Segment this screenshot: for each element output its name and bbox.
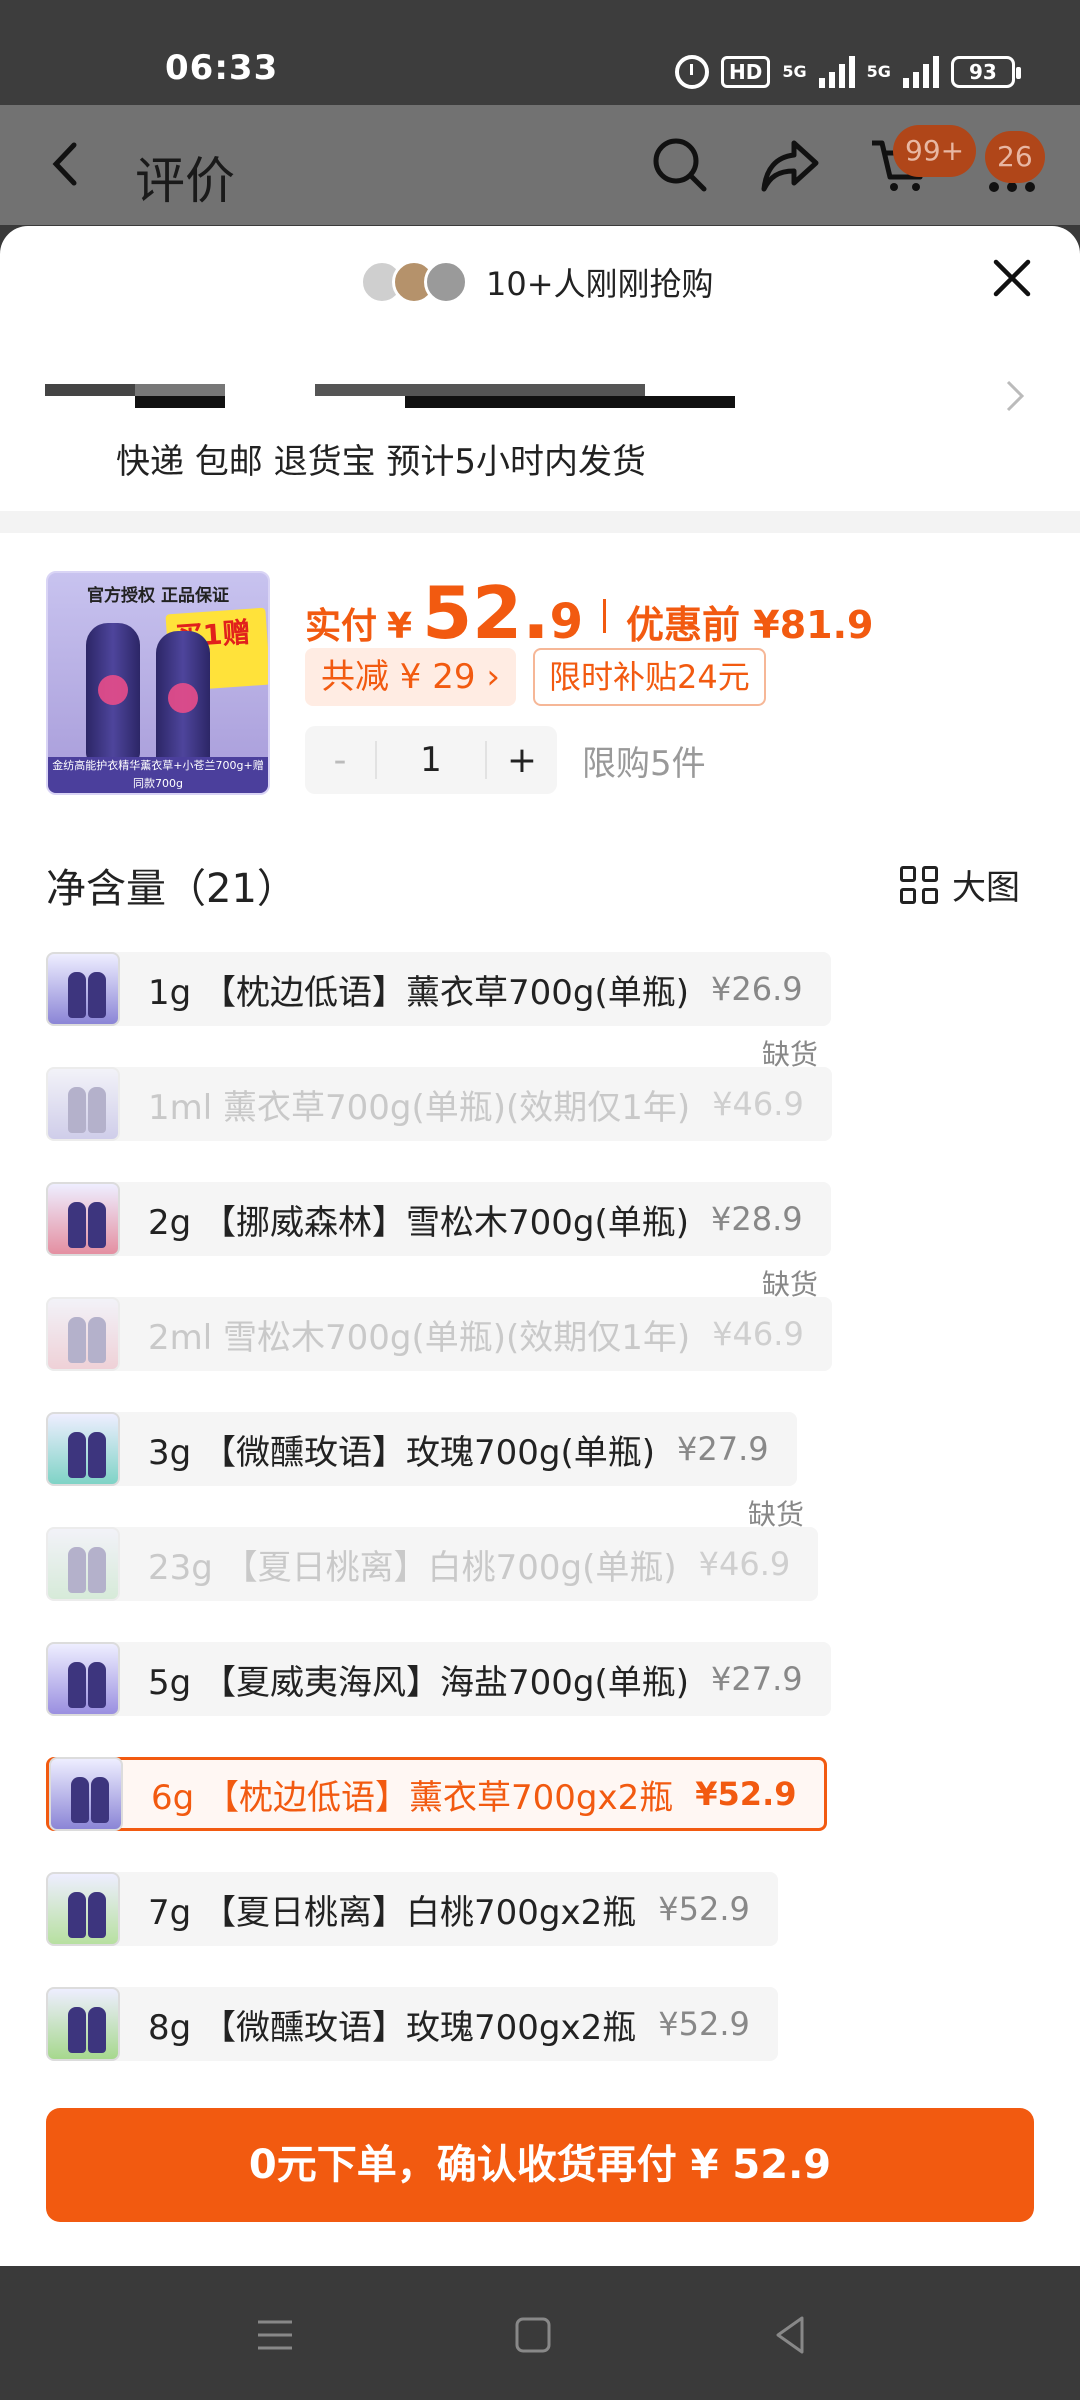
message-badge: 26 bbox=[985, 131, 1045, 183]
option-name: 6g 【枕边低语】薰衣草700gx2瓶 bbox=[151, 1777, 674, 1818]
price-integer: 52. bbox=[422, 571, 550, 655]
status-icons: HD 5G 5G 93 bbox=[675, 52, 1021, 92]
option-thumbnail bbox=[46, 1642, 120, 1716]
divider bbox=[0, 511, 1080, 533]
home-icon[interactable] bbox=[510, 2312, 556, 2358]
hd-voice-icon: HD bbox=[721, 56, 771, 88]
grid-icon bbox=[900, 865, 938, 904]
signal-bars-1-icon bbox=[818, 56, 855, 88]
option-price: ¥52.9 bbox=[658, 1890, 750, 1928]
subsidy-chip: 限时补贴24元 bbox=[533, 648, 766, 706]
option-name: 2ml 雪松木700g(单瓶)(效期仅1年) bbox=[148, 1317, 691, 1358]
option-thumbnail bbox=[46, 1872, 120, 1946]
battery-icon: 93 bbox=[950, 56, 1021, 88]
option-thumbnail bbox=[46, 1412, 120, 1486]
price-divider bbox=[603, 599, 607, 633]
option-price: ¥46.9 bbox=[712, 1085, 804, 1123]
avatar bbox=[424, 260, 468, 304]
product-image-tag: 官方授权 正品保证 bbox=[87, 586, 229, 606]
increase-button[interactable]: + bbox=[487, 740, 557, 781]
quantity-value[interactable]: 1 bbox=[375, 741, 487, 779]
purchase-limit: 限购5件 bbox=[582, 744, 706, 784]
option-name: 3g 【微醺玫语】玫瑰700g(单瓶) bbox=[148, 1432, 656, 1473]
bottle-graphic bbox=[156, 631, 210, 771]
back-icon[interactable] bbox=[42, 139, 92, 189]
chevron-right-icon[interactable] bbox=[1000, 376, 1030, 416]
recent-buyers: 10+人刚刚抢购 bbox=[360, 256, 714, 308]
option-price: ¥26.9 bbox=[711, 970, 803, 1008]
option-name: 1ml 薰衣草700g(单瓶)(效期仅1年) bbox=[148, 1087, 691, 1128]
options-header: 净含量（21） bbox=[46, 866, 297, 912]
address-redacted[interactable] bbox=[45, 376, 775, 416]
option-name: 8g 【微醺玫语】玫瑰700gx2瓶 bbox=[148, 2007, 637, 2048]
option-item[interactable]: 2ml 雪松木700g(单瓶)(效期仅1年) ¥46.9 bbox=[46, 1297, 832, 1371]
product-image-footer: 金纺高能护衣精华薰衣草+小苍兰700g+赠同款700g bbox=[48, 757, 268, 793]
option-item[interactable]: 3g 【微醺玫语】玫瑰700g(单瓶) ¥27.9 bbox=[46, 1412, 797, 1486]
pay-label: 实付 bbox=[305, 606, 378, 647]
discount-chip[interactable]: 共减 ¥ 29 › bbox=[305, 648, 516, 706]
status-time: 06:33 bbox=[165, 48, 279, 88]
recent-buyers-text: 10+人刚刚抢购 bbox=[486, 265, 714, 303]
signal-2-icon: 5G bbox=[867, 64, 891, 80]
out-of-stock-tag: 缺货 bbox=[748, 1498, 805, 1531]
option-item[interactable]: 1g 【枕边低语】薰衣草700g(单瓶) ¥26.9 bbox=[46, 952, 831, 1026]
network-type-1: 5G bbox=[782, 62, 807, 81]
option-name: 2g 【挪威森林】雪松木700g(单瓶) bbox=[148, 1202, 690, 1243]
option-thumbnail bbox=[46, 1182, 120, 1256]
option-price: ¥28.9 bbox=[711, 1200, 803, 1238]
option-price: ¥52.9 bbox=[658, 2005, 750, 2043]
option-price: ¥46.9 bbox=[698, 1545, 791, 1583]
option-thumbnail bbox=[49, 1757, 123, 1831]
option-item[interactable]: 8g 【微醺玫语】玫瑰700gx2瓶 ¥52.9 bbox=[46, 1987, 778, 2061]
price-decimal: 9 bbox=[549, 594, 584, 650]
signal-bars-2-icon bbox=[902, 56, 939, 88]
search-icon[interactable] bbox=[648, 133, 712, 197]
close-icon[interactable] bbox=[990, 256, 1034, 300]
out-of-stock-tag: 缺货 bbox=[762, 1268, 819, 1301]
bottle-graphic bbox=[86, 623, 140, 763]
big-picture-toggle[interactable]: 大图 bbox=[900, 860, 1020, 909]
option-item[interactable]: 1ml 薰衣草700g(单瓶)(效期仅1年) ¥46.9 bbox=[46, 1067, 832, 1141]
battery-level: 93 bbox=[968, 60, 997, 84]
quantity-stepper: - 1 + bbox=[305, 726, 557, 794]
option-price: ¥46.9 bbox=[712, 1315, 804, 1353]
option-price: ¥27.9 bbox=[711, 1660, 803, 1698]
currency-symbol: ¥ bbox=[387, 606, 413, 647]
option-name: 5g 【夏威夷海风】海盐700g(单瓶) bbox=[148, 1662, 690, 1703]
cart-badge: 99+ bbox=[893, 125, 977, 177]
top-nav-bar: 评价 99+ 26 bbox=[0, 105, 1080, 225]
out-of-stock-tag: 缺货 bbox=[762, 1038, 819, 1071]
share-icon[interactable] bbox=[758, 133, 822, 197]
signal-1-icon: 5G bbox=[782, 64, 806, 80]
page-title: 评价 bbox=[135, 152, 235, 210]
product-image[interactable]: 官方授权 正品保证 买1赠1 金纺高能护衣精华薰衣草+小苍兰700g+赠同款70… bbox=[46, 571, 270, 795]
decrease-button[interactable]: - bbox=[305, 740, 375, 781]
sku-selector-sheet: 10+人刚刚抢购 快递 包邮 退货宝 预计5小时内发货 官方授权 正品保证 买1… bbox=[0, 226, 1080, 2266]
alarm-icon bbox=[675, 55, 709, 89]
option-item[interactable]: 23g 【夏日桃离】白桃700g(单瓶) ¥46.9 bbox=[46, 1527, 819, 1601]
option-price: ¥27.9 bbox=[677, 1430, 769, 1468]
shipping-info: 快递 包邮 退货宝 预计5小时内发货 bbox=[116, 442, 647, 482]
status-bar: 06:33 HD 5G 5G 93 bbox=[0, 0, 1080, 105]
option-name: 23g 【夏日桃离】白桃700g(单瓶) bbox=[148, 1547, 677, 1588]
option-name: 1g 【枕边低语】薰衣草700g(单瓶) bbox=[148, 972, 690, 1013]
menu-icon[interactable] bbox=[252, 2312, 298, 2358]
option-thumbnail bbox=[46, 1987, 120, 2061]
original-price: 优惠前 ¥81.9 bbox=[626, 603, 874, 647]
option-item[interactable]: 5g 【夏威夷海风】海盐700g(单瓶) ¥27.9 bbox=[46, 1642, 831, 1716]
option-name: 7g 【夏日桃离】白桃700gx2瓶 bbox=[148, 1892, 637, 1933]
back-nav-icon[interactable] bbox=[768, 2312, 814, 2358]
option-item[interactable]: 7g 【夏日桃离】白桃700gx2瓶 ¥52.9 bbox=[46, 1872, 778, 1946]
option-item-selected[interactable]: 6g 【枕边低语】薰衣草700gx2瓶 ¥52.9 bbox=[46, 1757, 828, 1831]
option-thumbnail bbox=[46, 952, 120, 1026]
network-type-2: 5G bbox=[866, 62, 891, 81]
option-thumbnail bbox=[46, 1067, 120, 1141]
option-thumbnail bbox=[46, 1527, 120, 1601]
system-nav-bar bbox=[0, 2268, 1080, 2400]
option-item[interactable]: 2g 【挪威森林】雪松木700g(单瓶) ¥28.9 bbox=[46, 1182, 831, 1256]
option-price: ¥52.9 bbox=[695, 1775, 797, 1813]
place-order-button[interactable]: 0元下单，确认收货再付 ¥ 52.9 bbox=[46, 2108, 1034, 2222]
big-picture-label: 大图 bbox=[952, 868, 1020, 908]
option-thumbnail bbox=[46, 1297, 120, 1371]
